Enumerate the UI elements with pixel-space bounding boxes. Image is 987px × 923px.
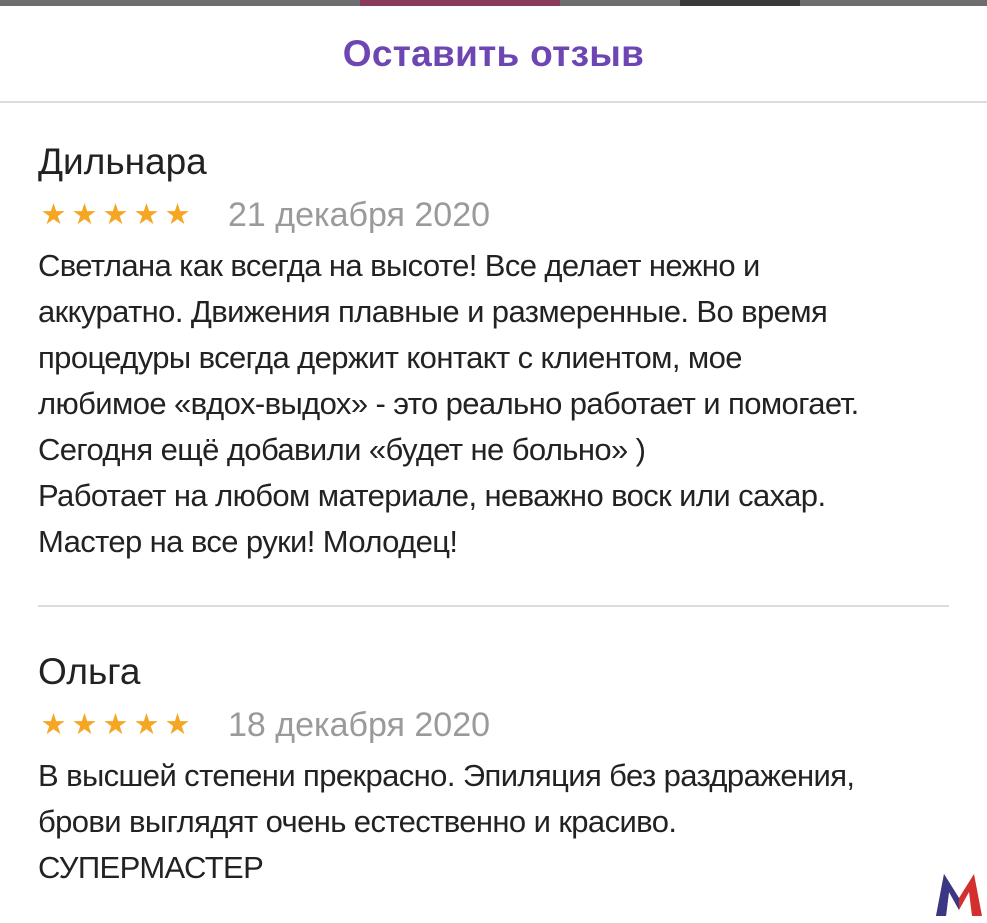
star-icon: ★ (102, 198, 129, 231)
header-divider (0, 101, 987, 103)
review-text-line: В высшей степени прекрасно. Эпиляция без… (38, 758, 855, 793)
review-text: Светлана как всегда на высоте! Все делае… (38, 243, 950, 565)
review-meta: ★ ★ ★ ★ ★ 18 декабря 2020 (38, 705, 950, 745)
review-meta: ★ ★ ★ ★ ★ 21 декабря 2020 (38, 195, 950, 235)
review-text-line: аккуратно. Движения плавные и размеренны… (38, 294, 828, 329)
star-icon: ★ (164, 708, 191, 741)
star-icon: ★ (40, 708, 67, 741)
review-text: В высшей степени прекрасно. Эпиляция без… (38, 753, 950, 891)
review-author: Ольга (38, 651, 141, 692)
review-card: Ольга ★ ★ ★ ★ ★ 18 декабря 2020 В высшей… (38, 650, 950, 891)
review-date: 21 декабря 2020 (228, 195, 491, 234)
review-text-line: СУПЕРМАСТЕР (38, 850, 264, 885)
star-icon: ★ (133, 198, 160, 231)
review-text-line: процедуры всегда держит контакт с клиент… (38, 340, 742, 375)
review-text-line: любимое «вдох-выдох» - это реально работ… (38, 386, 859, 421)
star-rating: ★ ★ ★ ★ ★ (38, 708, 193, 741)
review-text-line: Светлана как всегда на высоте! Все делае… (38, 248, 760, 283)
review-text-line: Сегодня ещё добавили «будет не больно» ) (38, 432, 646, 467)
header: Оставить отзыв (0, 6, 987, 101)
star-icon: ★ (71, 708, 98, 741)
review-date: 18 декабря 2020 (228, 705, 491, 744)
star-icon: ★ (102, 708, 129, 741)
review-author: Дильнара (38, 141, 207, 182)
star-icon: ★ (133, 708, 160, 741)
star-icon: ★ (71, 198, 98, 231)
review-card: Дильнара ★ ★ ★ ★ ★ 21 декабря 2020 Светл… (38, 140, 950, 565)
star-icon: ★ (164, 198, 191, 231)
review-divider (38, 605, 949, 607)
metro-logo-icon (934, 870, 984, 918)
star-rating: ★ ★ ★ ★ ★ (38, 198, 193, 231)
review-text-line: Мастер на все руки! Молодец! (38, 524, 458, 559)
review-text-line: Работает на любом материале, неважно вос… (38, 478, 826, 513)
star-icon: ★ (40, 198, 67, 231)
review-text-line: брови выглядят очень естественно и краси… (38, 804, 677, 839)
leave-review-button[interactable]: Оставить отзыв (0, 33, 987, 75)
